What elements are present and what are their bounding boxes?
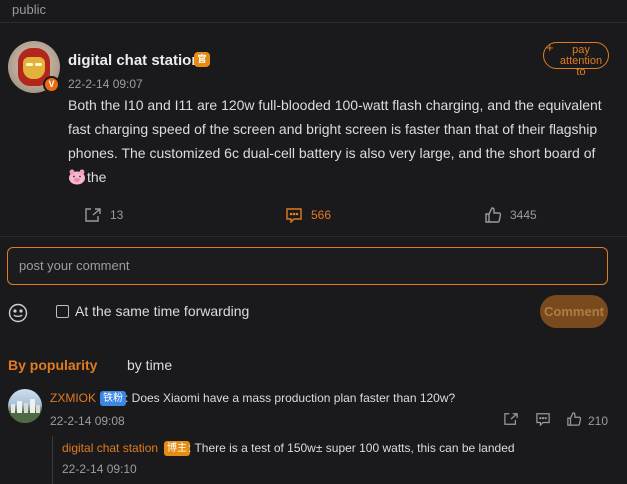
comment-text: : Does Xiaomi have a mass production pla…	[125, 391, 456, 405]
comment-reply-button[interactable]	[535, 412, 551, 429]
verified-badge: V	[43, 76, 60, 93]
pay-attention-button[interactable]: + pay attention to	[543, 40, 609, 78]
post-time: 22-2-14 09:07	[68, 77, 143, 91]
comment-like-button[interactable]: 210	[566, 412, 608, 429]
like-count: 3445	[510, 208, 537, 222]
blogger-badge: 博主	[164, 441, 190, 456]
post-text-tail: the	[87, 169, 107, 185]
sort-by-popularity-tab[interactable]: By popularity	[8, 357, 97, 373]
reply-time: 22-2-14 09:10	[62, 462, 137, 476]
comment-submit-button[interactable]: Comment	[540, 295, 608, 328]
author-name[interactable]: digital chat station	[68, 52, 201, 69]
reply-text: : There is a test of 150w± super 100 wat…	[188, 441, 515, 455]
divider	[0, 236, 627, 237]
post-text: Both the I10 and I11 are 120w full-blood…	[68, 97, 602, 161]
commenter-avatar[interactable]	[8, 389, 42, 423]
post-body: Both the I10 and I11 are 120w full-blood…	[68, 93, 616, 189]
share-action[interactable]: 13	[84, 207, 123, 223]
divider	[0, 22, 627, 23]
reply-author-name[interactable]: digital chat station	[62, 441, 158, 455]
plus-icon: +	[546, 40, 554, 55]
share-count: 13	[110, 208, 124, 222]
section-label: public	[12, 2, 46, 17]
share-icon	[503, 412, 519, 429]
like-icon	[484, 207, 502, 223]
comment-time: 22-2-14 09:08	[50, 414, 125, 428]
forward-label[interactable]: At the same time forwarding	[75, 303, 249, 319]
reply-indent-bar	[52, 436, 53, 484]
like-icon	[566, 412, 582, 429]
comment-icon	[285, 207, 303, 223]
sort-by-time-tab[interactable]: by time	[127, 357, 172, 373]
pig-emoji-icon	[68, 168, 86, 185]
commenter-name[interactable]: ZXMIOK	[50, 391, 96, 405]
emoji-icon[interactable]	[8, 303, 28, 328]
forward-checkbox[interactable]	[56, 305, 69, 318]
comment-like-count: 210	[588, 413, 609, 428]
pay-attention-label: pay attention to	[559, 44, 603, 78]
comment-icon	[535, 412, 551, 429]
comment-share-button[interactable]	[503, 412, 519, 429]
comment-input[interactable]: post your comment	[7, 247, 608, 285]
comment-count: 566	[311, 208, 332, 222]
fan-badge: 铁粉	[100, 391, 126, 406]
share-icon	[84, 207, 102, 223]
crown-icon: 官	[194, 52, 210, 67]
comment-action[interactable]: 566	[285, 207, 331, 223]
like-action[interactable]: 3445	[484, 207, 537, 223]
